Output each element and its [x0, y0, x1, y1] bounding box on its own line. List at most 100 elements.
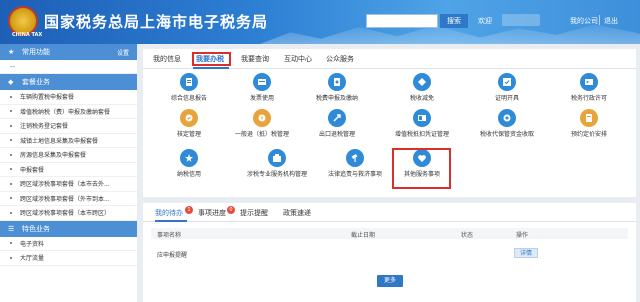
detail-button[interactable]: 详情 — [514, 248, 538, 258]
tile-label: 出口退税管理 — [318, 131, 355, 138]
active-tab-indicator — [193, 67, 229, 69]
sidebar-section-label: 特色业务 — [22, 224, 50, 233]
sidebar-item[interactable]: 房源信息采集及申报套餐 — [0, 148, 137, 163]
bullet-icon — [10, 182, 12, 185]
header-bar: CHINA TAX 国家税务总局上海市电子税务局 搜索 欢迎 我的公司 退出 — [0, 0, 640, 44]
sidebar-item[interactable]: 注销税务登记套餐 — [0, 119, 137, 134]
tax-relief-icon — [413, 73, 431, 91]
export-refund-icon — [328, 109, 346, 127]
sidebar-item[interactable]: 大厅流量 — [0, 251, 137, 266]
sidebar-item-label: 增值税纳税（费）申报及缴纳套餐 — [20, 108, 111, 116]
sidebar-item-label: 跨区域涉税事项套餐（本市去外... — [20, 181, 110, 189]
user-name — [502, 14, 540, 26]
tab-policy[interactable]: 政策速递 — [283, 208, 311, 218]
sidebar-section-common[interactable]: ★ 常用功能 设置 — [0, 44, 137, 60]
service-tile[interactable]: 核定管理 — [155, 109, 223, 139]
table-header: 事项名称 截止日期 状态 操作 — [151, 228, 628, 239]
service-tile[interactable]: 综合信息报告 — [155, 73, 223, 103]
bullet-icon — [10, 139, 12, 142]
sidebar-item-label: 大厅流量 — [20, 255, 45, 263]
refund-icon: ¥ — [253, 109, 271, 127]
settings-link[interactable]: 设置 — [117, 48, 129, 57]
sidebar-item[interactable]: 申报套餐 — [0, 163, 137, 177]
todo-item-name: 应申报提醒 — [157, 252, 188, 259]
sidebar-item[interactable]: 电子资料 — [0, 237, 137, 251]
tile-label: 税收减免 — [409, 95, 434, 102]
tile-label: 法律追责与救济事项 — [327, 171, 382, 178]
sidebar-item-label: 城镇土地信息采集及申报套餐 — [20, 137, 99, 145]
svg-text:¥: ¥ — [260, 116, 263, 122]
service-tile[interactable]: 税收减免 — [388, 73, 456, 103]
tile-label: 综合信息报告 — [170, 95, 207, 102]
site-title: 国家税务总局上海市电子税务局 — [44, 13, 269, 31]
service-tile[interactable]: 税务行政许可 — [555, 73, 623, 103]
voucher-icon — [413, 109, 431, 127]
my-company-link[interactable]: 我的公司 — [570, 16, 598, 26]
sidebar-section-business[interactable]: ◆ 套餐业务 — [0, 74, 137, 90]
sidebar-item-label: 房源信息采集及申报套餐 — [20, 152, 87, 160]
column-header: 状态 — [461, 232, 474, 239]
certificate-icon — [498, 73, 516, 91]
service-tile[interactable]: 法律追责与救济事项 — [321, 149, 389, 179]
todo-tabs: 我的待办 1 事项进度 0 提示提醒 政策速递 — [143, 203, 636, 222]
sidebar-item[interactable]: 跨区域涉税事项套餐（本市去外... — [0, 177, 137, 192]
active-tab-indicator — [155, 220, 187, 222]
tile-label: 核定管理 — [176, 131, 201, 138]
sidebar-item-label: 申报套餐 — [20, 166, 45, 174]
tab-progress[interactable]: 事项进度 — [198, 208, 226, 218]
tile-label: 税务行政许可 — [570, 95, 607, 102]
service-tile[interactable]: 预约定价安排 — [555, 109, 623, 139]
sidebar-item[interactable]: 增值税纳税（费）申报及缴纳套餐 — [0, 105, 137, 119]
service-tile[interactable]: 增值税抵扣凭证管理 — [388, 109, 456, 139]
service-tile[interactable]: ¥ 一般退（抵）税管理 — [228, 109, 296, 139]
bullet-icon — [10, 242, 12, 245]
tile-label: 增值税抵扣凭证管理 — [394, 131, 449, 138]
sidebar-section-special[interactable]: ☰ 特色业务 — [0, 220, 137, 237]
agency-icon — [268, 149, 286, 167]
tax-declare-icon — [328, 73, 346, 91]
tile-label: 发票使用 — [249, 95, 274, 102]
sidebar-item-label: 跨区域涉税事项套餐（外市到本... — [20, 195, 110, 203]
service-tile[interactable]: 税费申报及缴纳 — [303, 73, 371, 103]
tab-interaction[interactable]: 互动中心 — [284, 54, 312, 64]
service-tile[interactable]: 纳税信用 — [155, 149, 223, 179]
service-tile[interactable]: 税收代保管资金收取 — [473, 109, 541, 139]
progress-count-badge: 0 — [227, 206, 235, 214]
invoice-icon — [253, 73, 271, 91]
sidebar-item[interactable]: 城镇土地信息采集及申报套餐 — [0, 134, 137, 148]
tab-query[interactable]: 我要查询 — [241, 54, 269, 64]
highlight-box — [392, 148, 451, 189]
tab-my-info[interactable]: 我的信息 — [153, 54, 181, 64]
search-button[interactable]: 搜索 — [440, 14, 468, 28]
service-tile[interactable]: 涉税专业服务机构管理 — [243, 149, 311, 179]
tab-public-service[interactable]: 公众服务 — [326, 54, 354, 64]
tile-label: 证明开具 — [494, 95, 519, 102]
sidebar-empty-item: -- — [0, 60, 137, 74]
sidebar-item-label: 电子资料 — [20, 240, 45, 248]
todo-count-badge: 1 — [185, 206, 193, 214]
more-button[interactable]: 更多 — [377, 275, 403, 287]
sidebar-item[interactable]: 跨区域涉税事项套餐（本市跨区） — [0, 206, 137, 221]
sidebar-item[interactable]: 跨区域涉税事项套餐（外市到本... — [0, 192, 137, 206]
search-input[interactable] — [366, 14, 438, 28]
service-tile[interactable]: 证明开具 — [473, 73, 541, 103]
tab-reminders[interactable]: 提示提醒 — [240, 208, 268, 218]
bullet-icon — [10, 168, 12, 171]
approve-icon — [180, 109, 198, 127]
logout-link[interactable]: 退出 — [604, 16, 618, 26]
main-tabs: 我的信息 我要办税 我要查询 互动中心 公众服务 — [143, 49, 636, 69]
sidebar-item[interactable]: 车辆购置税申报套餐 — [0, 90, 137, 105]
bullet-icon — [10, 95, 12, 98]
header-divider — [599, 15, 600, 25]
highlight-box — [192, 52, 231, 66]
bullet-icon — [10, 124, 12, 127]
legal-icon — [346, 149, 364, 167]
star-icon: ★ — [8, 48, 15, 56]
tab-my-todo[interactable]: 我的待办 — [155, 208, 183, 218]
bullet-icon — [10, 110, 12, 113]
service-tile[interactable]: 出口退税管理 — [303, 109, 371, 139]
license-icon — [580, 73, 598, 91]
service-tile[interactable]: 发票使用 — [228, 73, 296, 103]
tile-label: 涉税专业服务机构管理 — [246, 171, 307, 178]
sidebar-section-label: 套餐业务 — [22, 78, 50, 86]
